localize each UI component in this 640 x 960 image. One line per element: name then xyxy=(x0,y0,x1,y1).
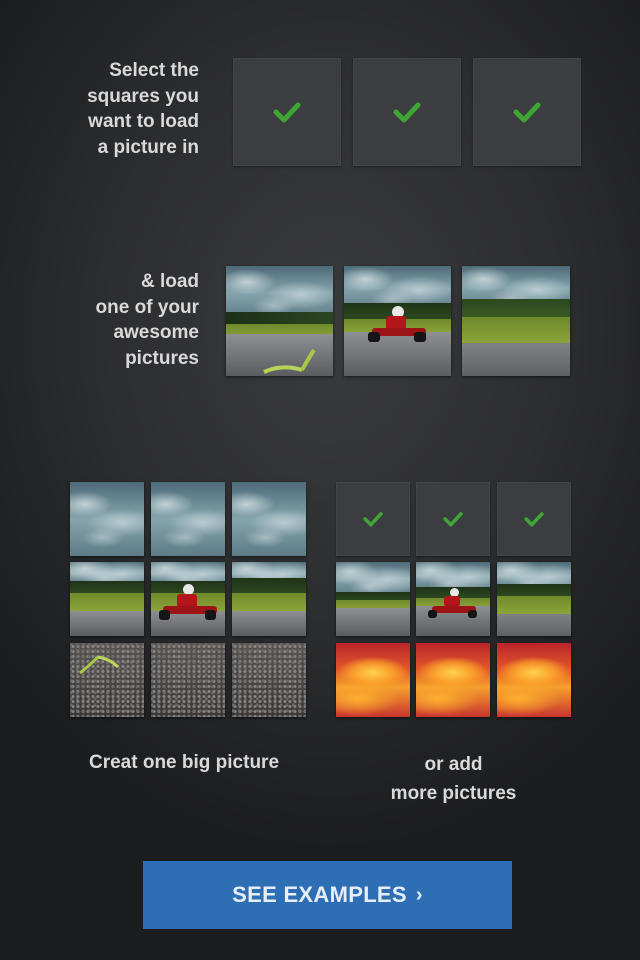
grid-tile xyxy=(151,482,225,556)
selected-square-small-3[interactable] xyxy=(497,482,571,556)
kart-tile-3 xyxy=(497,562,571,636)
see-examples-button[interactable]: SEE EXAMPLES › xyxy=(143,861,512,929)
add-more-caption: or add more pictures xyxy=(336,750,571,808)
grid-tile xyxy=(70,562,144,636)
add-more-caption-line-2: more pictures xyxy=(390,783,517,804)
selected-square-3[interactable] xyxy=(473,58,581,166)
kart-tile-1 xyxy=(336,562,410,636)
check-icon xyxy=(393,101,421,123)
select-line-1: Select the xyxy=(109,60,199,81)
check-icon xyxy=(513,101,541,123)
check-icon xyxy=(524,511,544,527)
select-line-3: want to load xyxy=(88,111,199,132)
selected-square-small-1[interactable] xyxy=(336,482,410,556)
grid-tile xyxy=(151,643,225,717)
loaded-photo-tile-2 xyxy=(344,266,451,376)
select-squares-text: Select the squares you want to load a pi… xyxy=(87,58,199,160)
check-icon xyxy=(363,511,383,527)
chevron-right-icon: › xyxy=(415,883,423,906)
check-icon xyxy=(443,511,463,527)
grid-tile xyxy=(232,643,306,717)
add-more-caption-line-1: or add xyxy=(424,754,483,775)
loaded-photo-tile-1 xyxy=(226,266,333,376)
check-icon xyxy=(273,101,301,123)
load-line-2: one of your xyxy=(95,296,199,318)
grid-tile xyxy=(232,562,306,636)
sunset-tile-3 xyxy=(497,643,571,717)
loaded-photo-tile-3 xyxy=(462,266,570,376)
select-line-2: squares you xyxy=(87,85,199,107)
grid-tile xyxy=(70,643,144,717)
grid-tile xyxy=(70,482,144,556)
selected-square-1[interactable] xyxy=(233,58,341,166)
big-picture-caption-text: Creat one big picture xyxy=(88,752,280,773)
see-examples-label: SEE EXAMPLES xyxy=(232,882,407,907)
sunset-tile-1 xyxy=(336,643,410,717)
load-line-1: & load xyxy=(140,271,199,292)
sunset-tile-2 xyxy=(416,643,490,717)
selected-square-2[interactable] xyxy=(353,58,461,166)
select-line-4: a picture in xyxy=(97,136,199,158)
grid-tile xyxy=(151,562,225,636)
load-line-4: pictures xyxy=(125,347,199,369)
kart-tile-2 xyxy=(416,562,490,636)
big-picture-caption: Creat one big picture xyxy=(60,750,308,776)
selected-square-small-2[interactable] xyxy=(416,482,490,556)
load-picture-text: & load one of your awesome pictures xyxy=(96,269,199,371)
load-line-3: awesome xyxy=(113,322,199,343)
grid-tile xyxy=(232,482,306,556)
